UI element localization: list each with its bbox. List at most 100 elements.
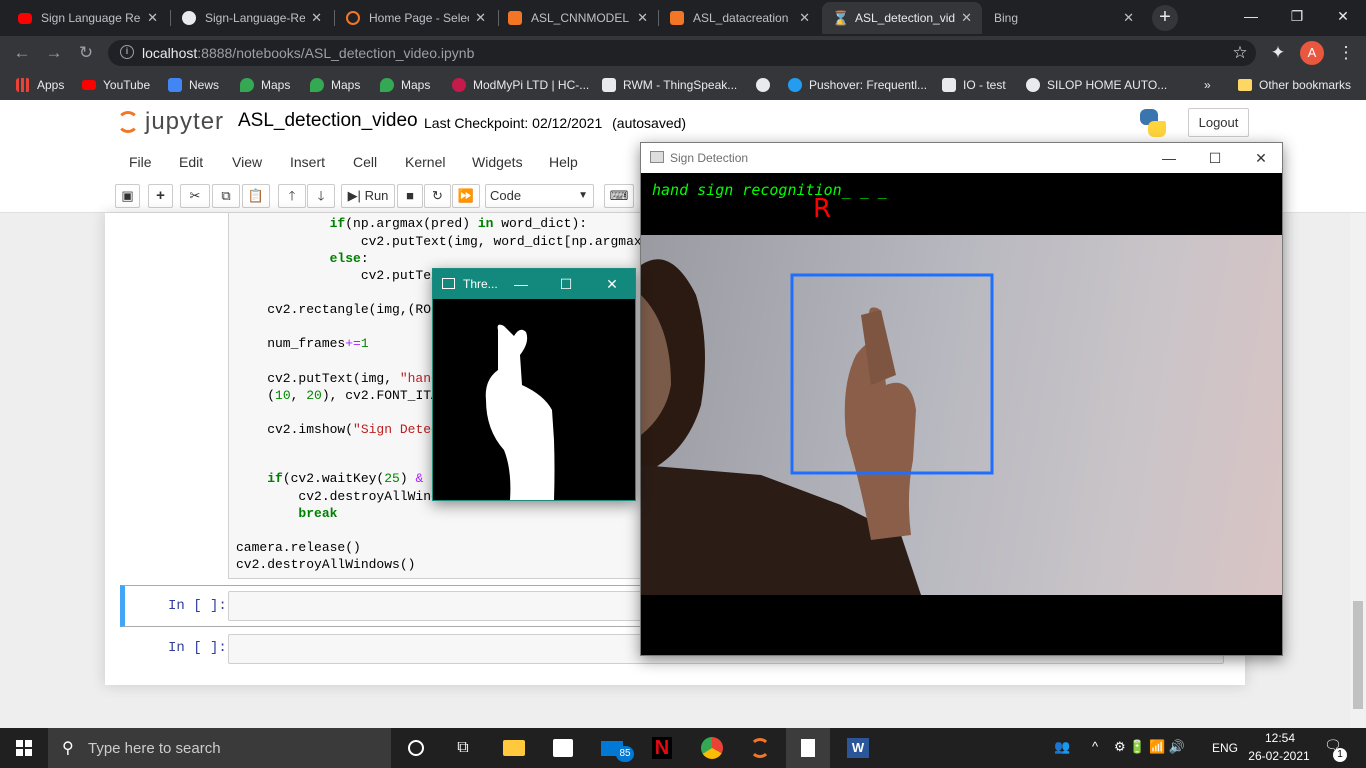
site-info-icon[interactable]: i	[120, 45, 134, 59]
bookmark-youtube[interactable]: YouTube	[82, 75, 150, 95]
bookmark-star-icon[interactable]: ☆	[1230, 43, 1250, 63]
clock-date[interactable]: 26-02-2021	[1246, 749, 1312, 763]
jupyter-logo-text[interactable]: jupyter	[145, 108, 224, 136]
save-button[interactable]: ▣	[115, 184, 140, 208]
tab-bing[interactable]: Bing ✕	[984, 2, 1144, 34]
threshold-window[interactable]: Thre... — ☐ ✕	[432, 268, 636, 501]
clock-time[interactable]: 12:54	[1252, 731, 1308, 745]
tab-close-icon[interactable]: ✕	[799, 10, 810, 26]
copy-button[interactable]: ⧉	[212, 184, 240, 208]
windows-start-button[interactable]	[0, 728, 48, 768]
tab-asl-cnnmodel[interactable]: ASL_CNNMODEL - ✕	[498, 2, 658, 34]
bookmark-maps[interactable]: Maps	[240, 75, 290, 95]
store-icon[interactable]	[541, 728, 585, 768]
menu-view[interactable]: View	[232, 154, 262, 170]
bookmark-silop[interactable]: SILOP HOME AUTO...	[1026, 75, 1167, 95]
extensions-icon[interactable]: ✦	[1268, 43, 1288, 63]
bookmark-news[interactable]: News	[168, 75, 219, 95]
tab-sign-language-youtube[interactable]: Sign Language Re ✕	[8, 2, 168, 34]
menu-widgets[interactable]: Widgets	[472, 154, 523, 170]
menu-edit[interactable]: Edit	[179, 154, 203, 170]
jupyter-taskbar-icon[interactable]	[738, 728, 782, 768]
window-titlebar[interactable]: Thre... — ☐ ✕	[433, 269, 635, 299]
jupyter-logo-icon[interactable]	[117, 111, 139, 133]
command-palette-button[interactable]: ⌨	[604, 184, 634, 208]
minimize-icon[interactable]: —	[1228, 0, 1274, 32]
bookmark-globe[interactable]	[756, 75, 772, 95]
menu-file[interactable]: File	[129, 154, 152, 170]
close-icon[interactable]: ✕	[589, 269, 635, 299]
reload-icon[interactable]: ↻	[76, 43, 96, 63]
move-down-button[interactable]: 🡓	[307, 184, 335, 208]
bookmark-io-test[interactable]: IO - test	[942, 75, 1006, 95]
run-button[interactable]: ▶| Run	[341, 184, 395, 208]
tray-icons[interactable]: ⚙ 🔋 📶 🔊	[1114, 739, 1185, 755]
restart-icon: ↻	[432, 188, 443, 203]
bookmark-maps[interactable]: Maps	[380, 75, 430, 95]
profile-avatar[interactable]: A	[1300, 41, 1324, 65]
bookmark-apps[interactable]: Apps	[16, 75, 64, 95]
page-scrollbar[interactable]	[1350, 213, 1366, 728]
bookmark-pushover[interactable]: Pushover: Frequentl...	[788, 75, 927, 95]
mail-icon[interactable]: 85	[590, 728, 634, 768]
menu-dots-icon[interactable]: ⋮	[1336, 43, 1356, 63]
restart-button[interactable]: ↻	[424, 184, 451, 208]
menu-insert[interactable]: Insert	[290, 154, 325, 170]
code-line: cv2.putTex	[236, 268, 439, 283]
taskbar-search-box[interactable]: ⚲ Type here to search	[48, 728, 391, 768]
window-titlebar[interactable]: Sign Detection — ☐ ✕	[641, 143, 1282, 173]
insert-cell-button[interactable]: +	[148, 184, 173, 208]
chrome-icon[interactable]	[690, 728, 734, 768]
code-line: cv2.rectangle(img,(ROI	[236, 302, 439, 317]
maximize-icon[interactable]: ☐	[543, 269, 589, 299]
bookmark-modmypi[interactable]: ModMyPi LTD | HC-...	[452, 75, 589, 95]
tray-chevron-up-icon[interactable]: ^	[1092, 739, 1098, 754]
minimize-icon[interactable]: —	[498, 269, 544, 299]
menu-kernel[interactable]: Kernel	[405, 154, 445, 170]
tab-home-page[interactable]: Home Page - Selec ✕	[336, 2, 496, 34]
maximize-icon[interactable]: ☐	[1192, 143, 1238, 173]
language-indicator[interactable]: ENG	[1212, 741, 1238, 755]
tab-close-icon[interactable]: ✕	[311, 10, 322, 26]
tab-close-icon[interactable]: ✕	[637, 10, 648, 26]
tab-close-icon[interactable]: ✕	[1123, 10, 1134, 26]
tab-sign-language-github[interactable]: Sign-Language-Re ✕	[172, 2, 332, 34]
tab-asl-detection-video[interactable]: ⌛ ASL_detection_vid ✕	[822, 2, 982, 34]
menu-cell[interactable]: Cell	[353, 154, 377, 170]
word-icon[interactable]: W	[836, 728, 880, 768]
restore-icon[interactable]: ❐	[1274, 0, 1320, 32]
tab-close-icon[interactable]: ✕	[961, 10, 972, 26]
url-bar[interactable]: localhost:8888/notebooks/ASL_detection_v…	[108, 40, 1256, 66]
cortana-icon[interactable]	[394, 728, 438, 768]
forward-icon[interactable]: →	[44, 43, 64, 63]
tab-close-icon[interactable]: ✕	[475, 10, 486, 26]
cell-type-select[interactable]: Code ▼	[485, 184, 594, 208]
sign-detection-window[interactable]: Sign Detection — ☐ ✕ hand sign recogniti…	[640, 142, 1283, 656]
close-icon[interactable]: ✕	[1238, 143, 1284, 173]
restart-run-all-button[interactable]: ⏩	[452, 184, 480, 208]
menu-help[interactable]: Help	[549, 154, 578, 170]
people-icon[interactable]: 👥	[1054, 739, 1070, 755]
paste-button[interactable]: 📋	[242, 184, 270, 208]
minimize-icon[interactable]: —	[1146, 143, 1192, 173]
bookmark-maps[interactable]: Maps	[310, 75, 360, 95]
move-up-button[interactable]: 🡑	[278, 184, 306, 208]
task-view-icon[interactable]: ⧉	[441, 728, 485, 768]
bookmarks-overflow[interactable]: »	[1204, 75, 1211, 95]
scrollbar-thumb[interactable]	[1353, 601, 1363, 709]
bookmark-thingspeak[interactable]: RWM - ThingSpeak...	[602, 75, 737, 95]
file-explorer-icon[interactable]	[492, 728, 536, 768]
interrupt-button[interactable]: ■	[397, 184, 423, 208]
logout-button[interactable]: Logout	[1188, 108, 1249, 137]
back-icon[interactable]: ←	[12, 43, 32, 63]
new-tab-button[interactable]: +	[1152, 5, 1178, 31]
notepad-icon[interactable]	[786, 728, 830, 768]
tab-asl-datacreation[interactable]: ASL_datacreation ✕	[660, 2, 820, 34]
bookmark-other[interactable]: Other bookmarks	[1238, 75, 1351, 95]
netflix-icon[interactable]: N	[640, 728, 684, 768]
maps-pin-icon	[380, 78, 394, 92]
close-icon[interactable]: ✕	[1320, 0, 1366, 32]
cut-button[interactable]: ✂	[180, 184, 210, 208]
tab-close-icon[interactable]: ✕	[147, 10, 158, 26]
notebook-title[interactable]: ASL_detection_video	[238, 110, 418, 132]
